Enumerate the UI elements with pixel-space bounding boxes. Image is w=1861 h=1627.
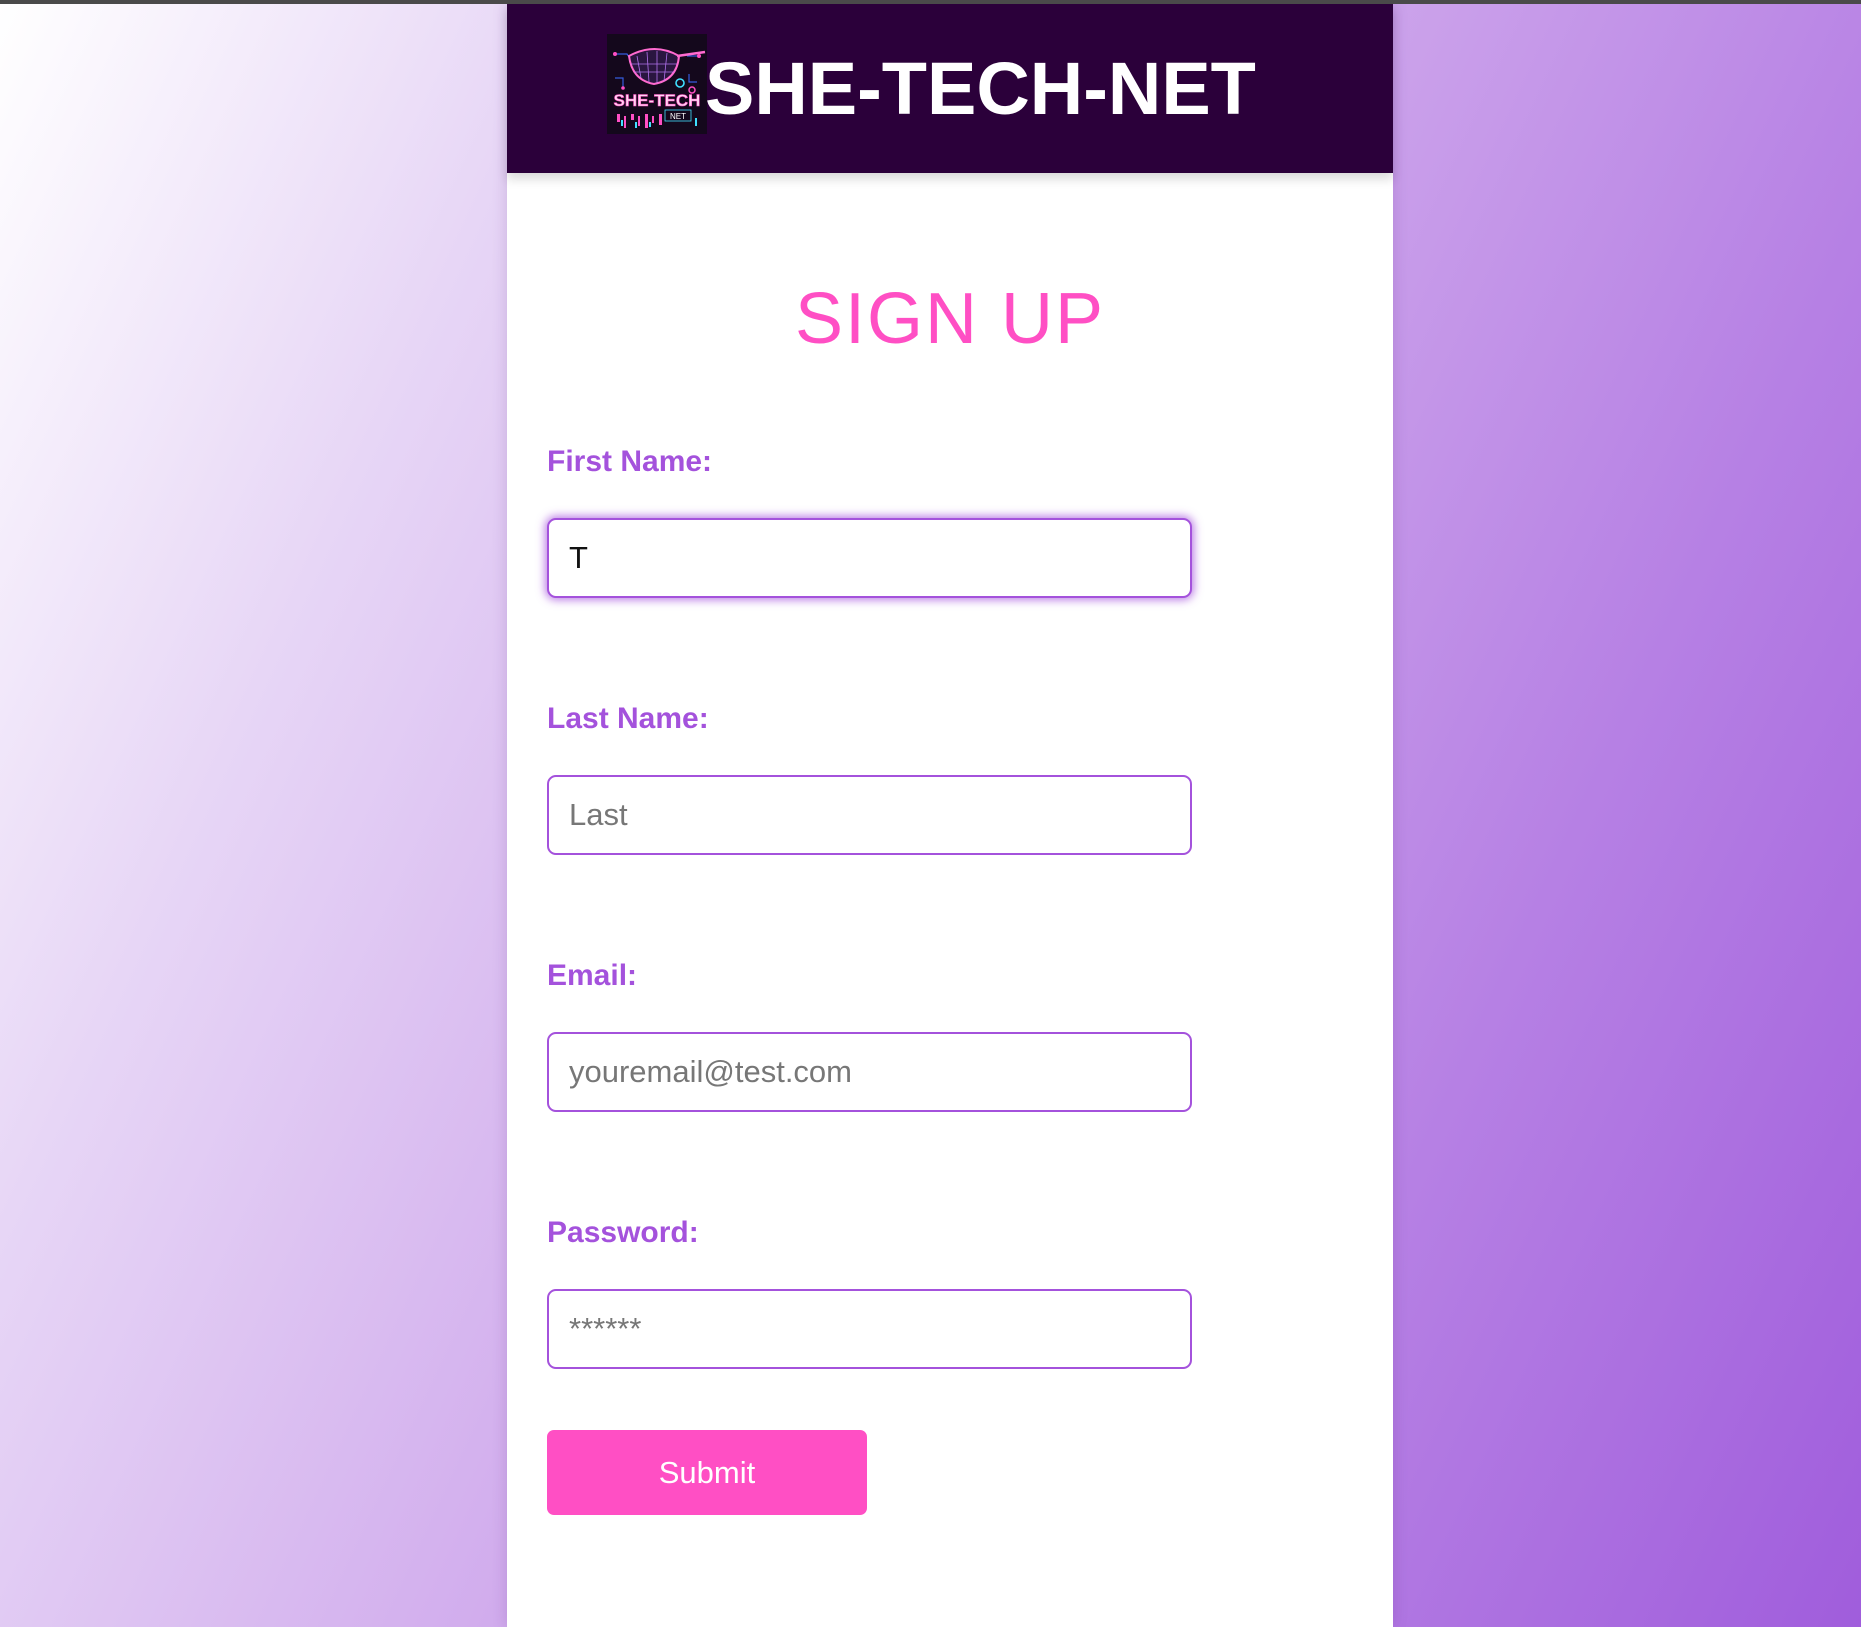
last-name-input[interactable]: [547, 775, 1192, 855]
password-label: Password:: [547, 1216, 699, 1249]
email-label: Email:: [547, 959, 638, 992]
signup-panel: SHE-TECH NET SHE-TECH-NET SIGN UP First …: [507, 4, 1393, 1627]
site-header: SHE-TECH NET SHE-TECH-NET: [507, 4, 1393, 173]
browser-top-edge: [0, 0, 1861, 4]
last-name-label: Last Name:: [547, 702, 709, 735]
site-title[interactable]: SHE-TECH-NET: [705, 44, 1256, 134]
first-name-label: First Name:: [547, 445, 713, 478]
email-input[interactable]: [547, 1032, 1192, 1112]
logo-text: SHE-TECH: [614, 91, 701, 110]
submit-button[interactable]: Submit: [547, 1430, 867, 1515]
page-title: SIGN UP: [794, 279, 1106, 359]
she-tech-net-logo-icon: SHE-TECH NET: [607, 34, 707, 134]
first-name-input[interactable]: [547, 518, 1192, 598]
logo-subtext: NET: [670, 112, 686, 121]
password-input[interactable]: [547, 1289, 1192, 1369]
